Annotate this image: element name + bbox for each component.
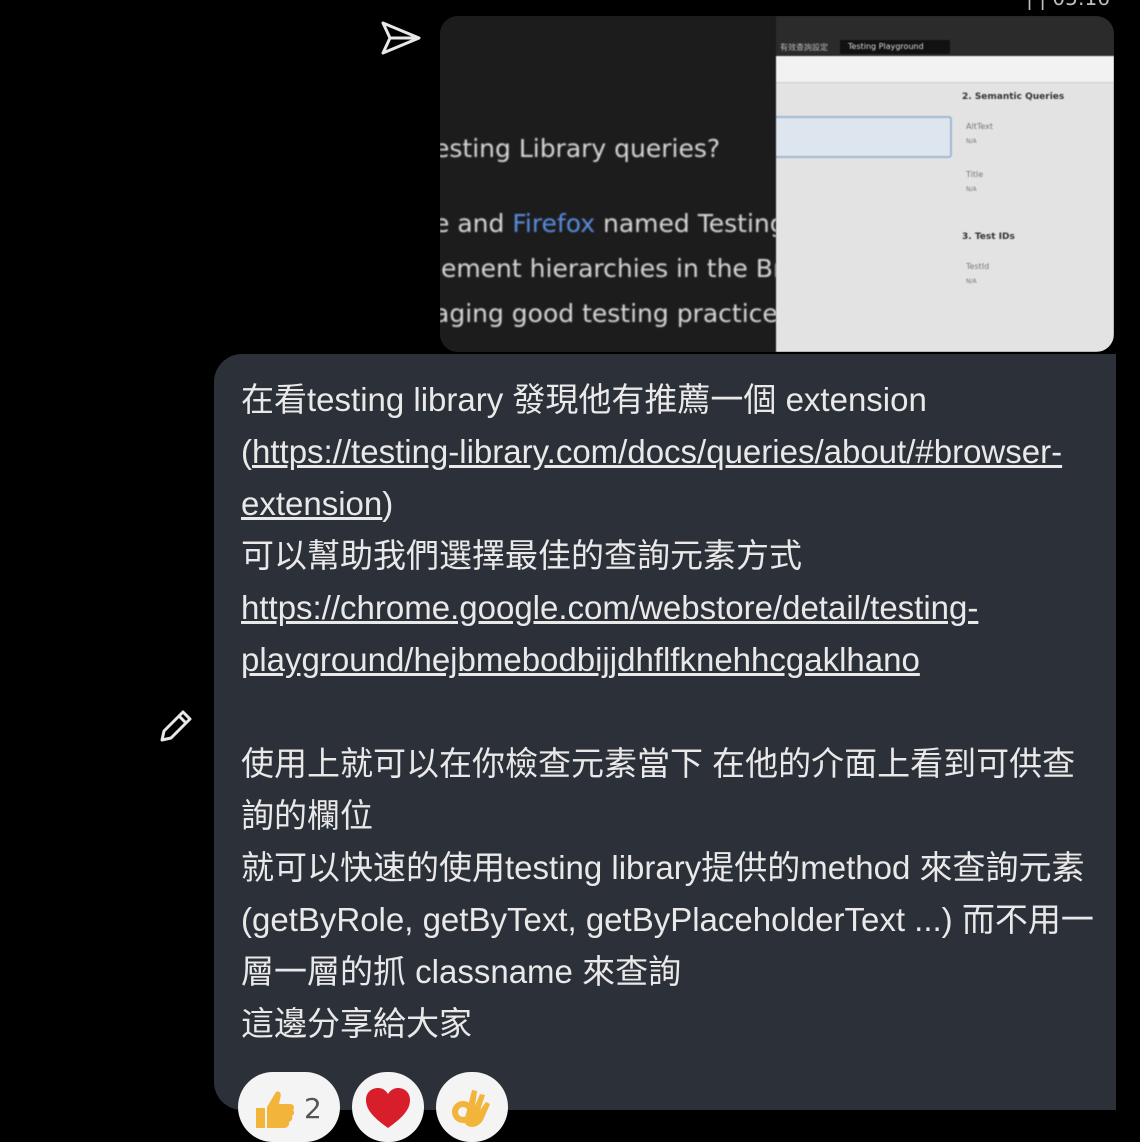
devtools-tabbar: 有效查詢設定 Testing Playground [776, 16, 1114, 56]
image-text-line: lement hierarchies in the Brow [440, 254, 776, 283]
reaction-thumbs-up[interactable]: 2 [238, 1072, 340, 1142]
image-left-blurred-text: esting Library queries? e and Firefox na… [440, 16, 776, 352]
query-label: Title [966, 170, 984, 179]
shared-image[interactable]: esting Library queries? e and Firefox na… [440, 16, 1114, 352]
query-value: N/A [966, 186, 977, 193]
devtools-subbar [776, 56, 1114, 83]
message-bubble[interactable]: 在看testing library 發現他有推薦一個 extension (ht… [214, 354, 1116, 1110]
query-value: N/A [966, 138, 977, 145]
image-text-line: aging good testing practices. [440, 299, 776, 328]
send-icon[interactable] [380, 20, 422, 56]
query-label: AltText [966, 122, 994, 131]
message-line: 可以幫助我們選擇最佳的查詢元素方式 [241, 537, 802, 574]
message-line: 這邊分享給大家 [241, 1005, 472, 1042]
section-title: 3. Test IDs [962, 232, 1015, 242]
query-value: N/A [966, 278, 977, 285]
devtools-tab: 有效查詢設定 [780, 43, 828, 52]
docs-link[interactable]: https://testing-library.com/docs/queries… [241, 433, 1062, 522]
reaction-count: 2 [304, 1092, 322, 1125]
message-line: 使用上就可以在你檢查元素當下 在他的介面上看到可供查詢的欄位 [241, 745, 1076, 834]
pencil-icon[interactable] [156, 706, 196, 746]
message-line: 就可以快速的使用testing library提供的method 來查詢元素 (… [241, 849, 1094, 990]
reaction-heart[interactable] [352, 1072, 424, 1142]
heart-icon [366, 1088, 410, 1128]
message-link-line: https://chrome.google.com/webstore/detai… [241, 582, 1101, 686]
ok-hand-icon [452, 1090, 490, 1127]
query-label: TestId [966, 262, 990, 271]
image-text-line: esting Library queries? [440, 134, 721, 163]
message-line: 在看testing library 發現他有推薦一個 extension [241, 381, 927, 418]
image-right-devtools: 有效查詢設定 Testing Playground 2. Semantic Qu… [776, 16, 1114, 352]
thumbs-up-icon [256, 1091, 295, 1128]
message-link-line: (https://testing-library.com/docs/querie… [241, 433, 1063, 522]
section-title: 2. Semantic Queries [962, 92, 1065, 102]
timestamp: | | 05:16 [1026, 0, 1110, 10]
reaction-ok-hand[interactable] [436, 1072, 508, 1142]
webstore-link[interactable]: https://chrome.google.com/webstore/detai… [241, 589, 978, 678]
devtools-tab-active: Testing Playground [840, 40, 950, 54]
devtools-query-input [776, 116, 952, 158]
message-text: 在看testing library 發現他有推薦一個 extension (ht… [241, 374, 1101, 1050]
image-text-line: e and Firefox named Testing P [440, 209, 776, 238]
